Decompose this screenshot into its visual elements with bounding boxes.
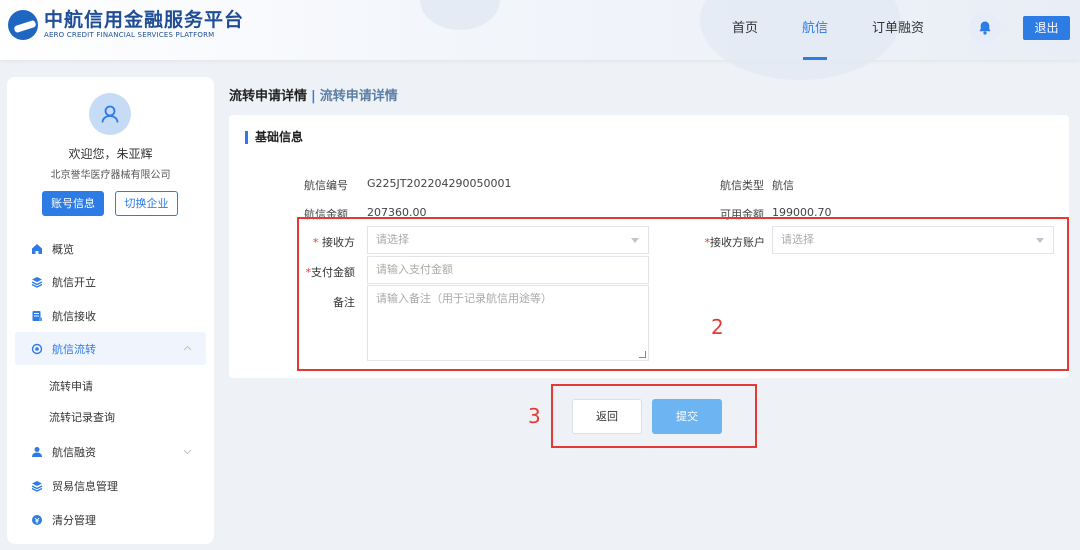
menu-label: 航信接收 — [52, 309, 96, 323]
logo-title: 中航信用金融服务平台 — [44, 9, 245, 31]
menu-item-trade[interactable]: 贸易信息管理 — [15, 469, 206, 502]
clearing-icon — [32, 514, 42, 525]
hx-type-value: 航信 — [772, 179, 794, 192]
platform-logo[interactable]: 中航信用金融服务平台 AERO CREDIT FINANCIAL SERVICE… — [8, 10, 244, 40]
avatar[interactable] — [89, 93, 131, 135]
menu-label: 航信融资 — [52, 445, 96, 459]
menu-label: 航信开立 — [52, 275, 96, 289]
annotation-box-2 — [297, 217, 1069, 371]
switch-company-button[interactable]: 切换企业 — [115, 191, 178, 216]
document-icon — [32, 310, 42, 321]
breadcrumb: 流转申请详情 | 流转申请详情 — [229, 85, 398, 104]
header-decoration — [420, 0, 500, 30]
notification-button[interactable] — [969, 12, 1001, 44]
nav-order-financing[interactable]: 订单融资 — [872, 0, 924, 60]
hx-no-value: G225JT202204290050001 — [367, 177, 512, 190]
menu-item-financing[interactable]: 航信融资 — [15, 435, 206, 468]
breadcrumb-sub[interactable]: 流转申请详情 — [320, 89, 398, 104]
flow-icon — [31, 343, 43, 354]
top-header: 中航信用金融服务平台 AERO CREDIT FINANCIAL SERVICE… — [0, 0, 1080, 80]
submit-button[interactable]: 提交 — [652, 399, 722, 434]
annotation-number-3: 3 — [528, 404, 541, 428]
menu-label: 航信流转 — [52, 342, 96, 356]
back-button[interactable]: 返回 — [572, 399, 642, 434]
logo-subtitle: AERO CREDIT FINANCIAL SERVICES PLATFORM — [44, 31, 215, 39]
finance-icon — [32, 446, 42, 457]
menu-item-transfer[interactable]: 航信流转 — [15, 332, 206, 365]
submenu-transfer-records[interactable]: 流转记录查询 — [49, 409, 115, 425]
layers-icon — [31, 480, 43, 492]
layers-icon — [31, 276, 43, 288]
section-title: 基础信息 — [245, 131, 303, 144]
submenu-transfer-apply[interactable]: 流转申请 — [49, 378, 93, 394]
menu-item-receive[interactable]: 航信接收 — [15, 299, 206, 332]
menu-item-overview[interactable]: 概览 — [15, 232, 206, 265]
hx-no-label: 航信编号 — [304, 179, 348, 192]
header-decoration — [700, 0, 900, 80]
annotation-number-2: 2 — [711, 315, 724, 339]
chevron-down-icon — [183, 449, 192, 455]
logo-icon — [8, 10, 38, 40]
menu-label: 清分管理 — [52, 513, 96, 527]
bell-icon — [979, 21, 991, 35]
home-icon — [32, 243, 42, 254]
welcome-text: 欢迎您，朱亚辉 — [68, 147, 153, 161]
hx-type-label: 航信类型 — [720, 179, 764, 192]
logout-button[interactable]: 退出 — [1023, 16, 1070, 40]
menu-label: 概览 — [52, 242, 74, 256]
page-title: 流转申请详情 — [229, 89, 308, 104]
account-info-button[interactable]: 账号信息 — [42, 191, 104, 216]
nav-hangxin[interactable]: 航信 — [802, 0, 828, 60]
breadcrumb-separator: | — [311, 89, 316, 104]
menu-item-clearing[interactable]: 清分管理 — [15, 503, 206, 536]
menu-item-issue[interactable]: 航信开立 — [15, 265, 206, 298]
company-name: 北京誉华医疗器械有限公司 — [50, 170, 171, 181]
nav-home[interactable]: 首页 — [732, 0, 758, 60]
sidebar: 欢迎您，朱亚辉 北京誉华医疗器械有限公司 账号信息 切换企业 概览 航信开立 航… — [7, 77, 214, 544]
user-icon — [101, 105, 119, 123]
chevron-up-icon — [183, 345, 192, 351]
menu-label: 贸易信息管理 — [52, 479, 118, 493]
